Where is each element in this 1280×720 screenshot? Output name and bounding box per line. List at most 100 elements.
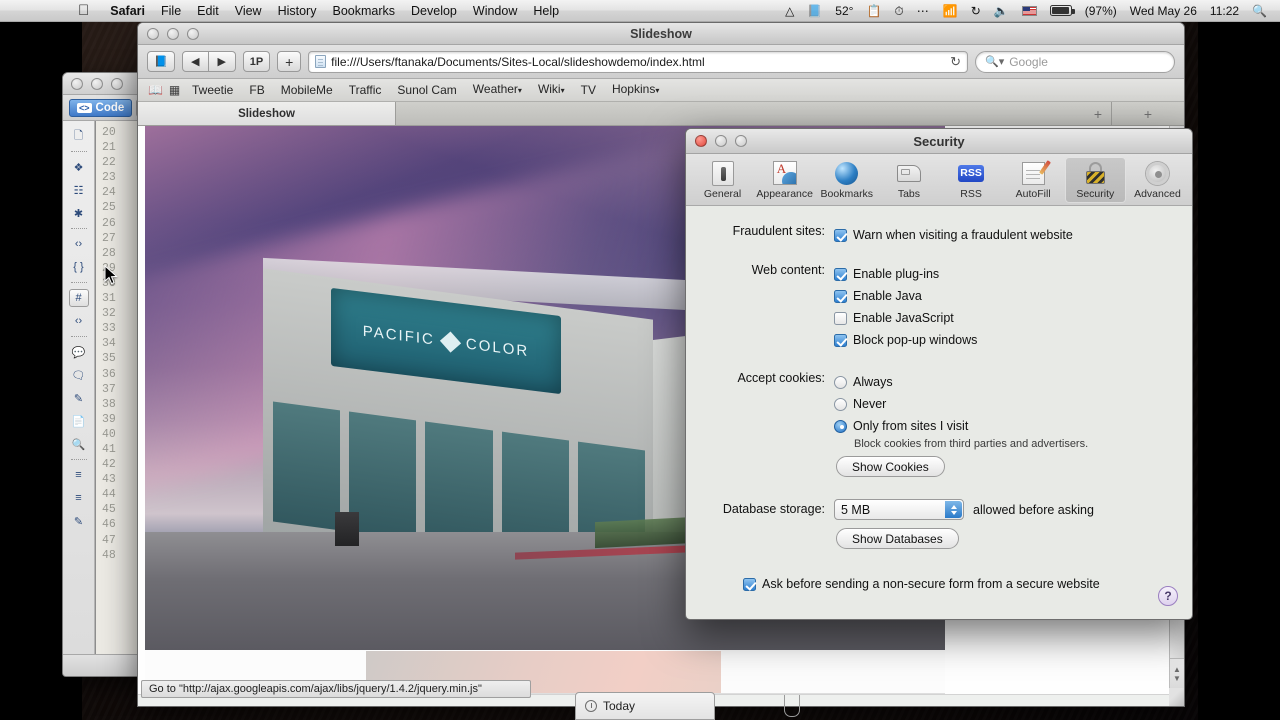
safari-window-controls[interactable] xyxy=(147,27,199,40)
volume-icon[interactable]: 🔈 xyxy=(989,0,1014,22)
menu-edit[interactable]: Edit xyxy=(189,0,227,22)
evernote-icon[interactable]: 📘 xyxy=(802,0,827,22)
cookies-always-row[interactable]: Always xyxy=(834,371,1192,393)
bookmark-traffic[interactable]: Traffic xyxy=(342,79,389,102)
prefs-tab-autofill[interactable]: AutoFill xyxy=(1003,157,1064,203)
outdent-icon[interactable]: ≡ xyxy=(69,489,89,507)
tab-code[interactable]: <> Code xyxy=(69,98,133,117)
forward-button[interactable]: ▶ xyxy=(208,51,236,72)
spotlight-search-icon[interactable]: 🔍 xyxy=(1247,0,1272,22)
apple-icon[interactable]:  xyxy=(78,3,89,18)
zoom-button[interactable] xyxy=(111,77,123,90)
block-popups-checkbox[interactable] xyxy=(834,333,847,347)
navigation-buttons[interactable]: ◀ ▶ xyxy=(181,51,236,72)
ical-sliver-window[interactable]: Today xyxy=(575,692,800,720)
tab-bar[interactable]: Slideshow + + xyxy=(138,102,1184,126)
database-storage-select[interactable]: 5 MB xyxy=(834,499,964,520)
format-source-icon[interactable]: ✎ xyxy=(69,512,89,530)
code-editor-toolbar[interactable]: 🗋 ❖ ☷ ✱ ‹› { } # ‹› 💬 🗨 ✎ 📄 🔍 ≡ ≡ ✎ xyxy=(63,121,95,654)
ellipsis-icon[interactable]: ⋯ xyxy=(912,0,935,22)
collapse-selection-icon[interactable]: ✱ xyxy=(69,204,89,222)
bookmark-mobileme[interactable]: MobileMe xyxy=(274,79,340,102)
nonsecure-form-checkbox[interactable] xyxy=(743,577,756,591)
block-popups-row[interactable]: Block pop-up windows xyxy=(834,329,1192,351)
apply-braces-icon[interactable]: { } xyxy=(69,258,89,276)
minimize-button[interactable] xyxy=(91,77,103,90)
comment-balloon-icon[interactable]: 💬 xyxy=(69,343,89,361)
window-controls[interactable] xyxy=(71,77,123,90)
bookmarks-book-icon[interactable]: 📖 xyxy=(147,83,164,97)
us-flag-icon[interactable] xyxy=(1017,5,1042,16)
enable-java-row[interactable]: Enable Java xyxy=(834,285,1192,307)
scroll-down-icon[interactable]: ▼ xyxy=(1173,674,1181,683)
search-input[interactable]: 🔍▾ Google xyxy=(975,50,1175,73)
safari-close-button[interactable] xyxy=(147,27,159,40)
close-button[interactable] xyxy=(71,77,83,90)
onepassword-button[interactable]: 1P xyxy=(242,51,271,72)
menu-window[interactable]: Window xyxy=(465,0,525,22)
enable-java-checkbox[interactable] xyxy=(834,289,847,303)
cookies-only-visited-radio[interactable] xyxy=(834,419,847,433)
enable-plugins-row[interactable]: Enable plug-ins xyxy=(834,263,1192,285)
validate-code-icon[interactable]: ‹› xyxy=(69,312,89,330)
enable-javascript-row[interactable]: Enable JavaScript xyxy=(834,307,1192,329)
prefs-tab-advanced[interactable]: Advanced xyxy=(1127,157,1188,203)
scroll-up-icon[interactable]: ▲ xyxy=(1173,665,1181,674)
nonsecure-form-row[interactable]: Ask before sending a non-secure form fro… xyxy=(743,573,1192,595)
stepper-arrows-icon[interactable] xyxy=(945,501,962,518)
safari-zoom-button[interactable] xyxy=(187,27,199,40)
indent-icon[interactable]: ≡ xyxy=(69,466,89,484)
remove-comment-icon[interactable]: ‹› xyxy=(69,235,89,253)
enable-javascript-checkbox[interactable] xyxy=(834,311,847,325)
wrap-tag-icon[interactable]: ❖ xyxy=(69,158,89,176)
prefs-tab-tabs[interactable]: Tabs xyxy=(878,157,939,203)
prefs-window-controls[interactable] xyxy=(695,135,747,147)
server-comment-icon[interactable]: 🗨 xyxy=(69,366,89,384)
battery-icon[interactable] xyxy=(1045,5,1077,16)
bookmark-sunol-cam[interactable]: Sunol Cam xyxy=(390,79,463,102)
top-sites-grid-icon[interactable]: ▦ xyxy=(166,83,183,97)
cookies-only-visited-row[interactable]: Only from sites I visit xyxy=(834,415,1192,437)
bookmark-tweetie[interactable]: Tweetie xyxy=(185,79,240,102)
menu-bar[interactable]:  Safari File Edit View History Bookmark… xyxy=(0,0,1280,22)
prefs-minimize-button[interactable] xyxy=(715,135,727,147)
bookmark-wiki[interactable]: Wiki▾ xyxy=(531,78,572,102)
bookmark-hopkins[interactable]: Hopkins▾ xyxy=(605,78,666,102)
menu-develop[interactable]: Develop xyxy=(403,0,465,22)
show-cookies-button[interactable]: Show Cookies xyxy=(836,456,945,477)
address-bar[interactable]: file:///Users/ftanaka/Documents/Sites-Lo… xyxy=(308,50,968,73)
fraudulent-warn-checkbox[interactable] xyxy=(834,228,847,242)
clipboard-icon[interactable]: 📋 xyxy=(861,0,886,22)
bookmark-weather[interactable]: Weather▾ xyxy=(466,78,529,102)
menu-help[interactable]: Help xyxy=(525,0,567,22)
search-code-icon[interactable]: 🔍 xyxy=(69,435,89,453)
menu-history[interactable]: History xyxy=(270,0,325,22)
fraudulent-warn-checkbox-row[interactable]: Warn when visiting a fraudulent website xyxy=(834,224,1192,246)
new-document-icon[interactable]: 🗋 xyxy=(69,127,89,145)
temperature-status[interactable]: 52° xyxy=(830,0,858,22)
safari-minimize-button[interactable] xyxy=(167,27,179,40)
prefs-tab-general[interactable]: General xyxy=(692,157,753,203)
bookmark-fb[interactable]: FB xyxy=(242,79,271,102)
prefs-tab-rss[interactable]: RSS RSS xyxy=(941,157,1002,203)
show-databases-button[interactable]: Show Databases xyxy=(836,528,959,549)
tab-slideshow[interactable]: Slideshow xyxy=(138,102,396,125)
resize-grip[interactable] xyxy=(1169,688,1184,706)
reload-icon[interactable]: ↻ xyxy=(950,54,961,70)
cookies-always-radio[interactable] xyxy=(834,375,847,389)
cookies-never-radio[interactable] xyxy=(834,397,847,411)
prefs-tab-bookmarks[interactable]: Bookmarks xyxy=(816,157,877,203)
menu-file[interactable]: File xyxy=(153,0,189,22)
select-parent-tag-icon[interactable]: ☷ xyxy=(69,181,89,199)
help-button[interactable]: ? xyxy=(1158,586,1178,606)
menu-safari[interactable]: Safari xyxy=(102,0,153,22)
snippet-icon[interactable]: 📄 xyxy=(69,412,89,430)
cookies-never-row[interactable]: Never xyxy=(834,393,1192,415)
enable-plugins-checkbox[interactable] xyxy=(834,267,847,281)
menu-view[interactable]: View xyxy=(227,0,270,22)
add-bookmark-button[interactable]: + xyxy=(277,51,302,72)
menu-bookmarks[interactable]: Bookmarks xyxy=(324,0,403,22)
dropbox-icon[interactable]: △ xyxy=(780,0,799,22)
wifi-icon[interactable]: 📶 xyxy=(938,0,963,22)
sync-icon[interactable]: ↻ xyxy=(966,0,986,22)
